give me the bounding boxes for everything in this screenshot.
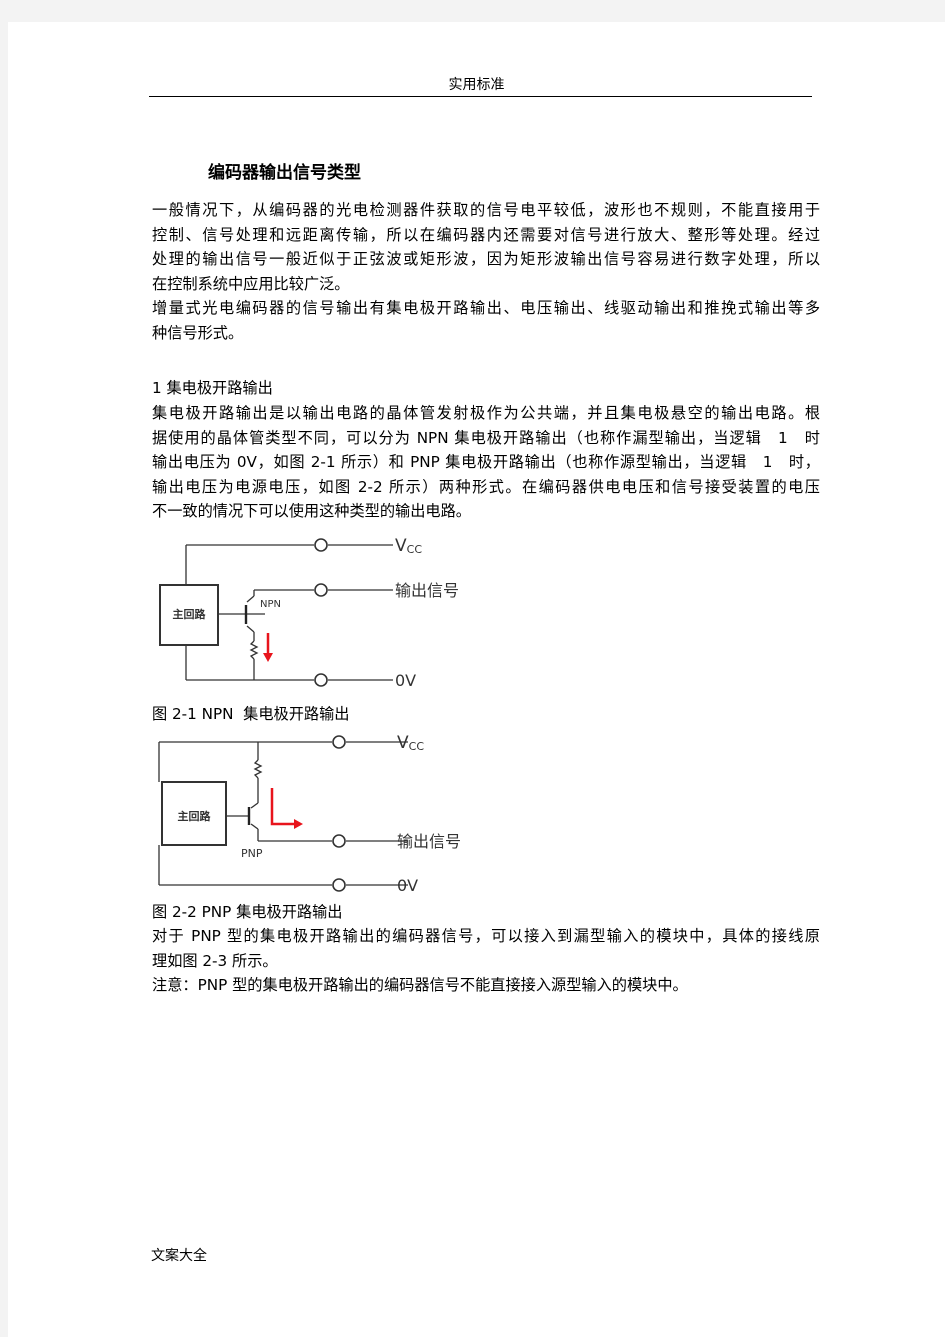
figure-caption: 图 2-2 PNP 集电极开路输出 (152, 903, 343, 921)
zero-terminal (314, 673, 328, 687)
resistor (253, 759, 263, 779)
emitter-wire (246, 625, 255, 633)
text-line: 控制、信号处理和远距离传输，所以在编码器内还需要对信号进行放大、整形等处理。经过 (152, 225, 820, 244)
npn-circuit-diagram: 主回路 NPN VCC 输出信号 0V (159, 536, 459, 690)
page-header: 实用标准 (448, 77, 505, 93)
resistor (249, 640, 259, 660)
document-page: 实用标准 编码器输出信号类型 一般情况下，从编码器的光电检测器件获取的信号电平较… (8, 22, 945, 1337)
section1-paragraph: 集电极开路输出是以输出电路的晶体管发射极作为公共端，并且集电极悬空的输出电路。根… (152, 401, 820, 524)
zero-terminal (332, 878, 346, 892)
vcc-terminal (314, 538, 328, 552)
text-line: 种信号形式。 (152, 323, 244, 342)
signal-label: 输出信号 (397, 832, 461, 851)
header-divider (149, 96, 812, 97)
text-line: 理如图 2-3 所示。 (152, 951, 278, 970)
text-line: 不一致的情况下可以使用这种类型的输出电路。 (152, 502, 471, 520)
figure-caption: 图 2-1 NPN 集电极开路输出 (152, 705, 350, 723)
pnp-circuit-diagram: 主回路 PNP VCC 输出信号 0V (158, 733, 461, 895)
text-line: 集电极开路输出是以输出电路的晶体管发射极作为公共端，并且集电极悬空的输出电路。根 (152, 404, 820, 422)
text-line: 注意：PNP 型的集电极开路输出的编码器信号不能直接接入源型输入的模块中。 (152, 976, 688, 994)
zero-volt-label: 0V (397, 876, 418, 895)
text-line: 对于 PNP 型的集电极开路输出的编码器信号，可以接入到漏型输入的模块中，具体的… (152, 927, 820, 945)
text-line: 处理的输出信号一般近似于正弦波或矩形波，因为矩形波输出信号容易进行数字处理，所以 (152, 250, 820, 268)
text-line: 输出电压为 0V，如图 2-1 所示）和 PNP 集电极开路输出（也称作源型输出… (152, 453, 820, 471)
text-line: 在控制系统中应用比较广泛。 (152, 274, 350, 293)
document-title: 编码器输出信号类型 (208, 163, 361, 183)
main-circuit-label: 主回路 (173, 607, 207, 621)
text-line: 输出电压为电源电压，如图 2-2 所示）两种形式。在编码器供电电压和信号接受装置… (152, 477, 820, 496)
vcc-label: VCC (395, 536, 422, 556)
current-arrow-icon (263, 633, 273, 662)
section-heading: 1 集电极开路输出 (152, 379, 273, 397)
vcc-label: VCC (397, 733, 424, 753)
zero-volt-label: 0V (395, 671, 416, 690)
text-line: 一般情况下，从编码器的光电检测器件获取的信号电平较低，波形也不规则，不能直接用于 (152, 201, 820, 219)
main-circuit-label: 主回路 (178, 809, 212, 823)
vcc-terminal (332, 735, 346, 749)
signal-terminal (314, 583, 328, 597)
signal-terminal (332, 834, 346, 848)
transistor-label: NPN (260, 599, 281, 610)
signal-label: 输出信号 (395, 581, 459, 600)
page-footer: 文案大全 (151, 1248, 207, 1264)
text-line: 增量式光电编码器的信号输出有集电极开路输出、电压输出、线驱动输出和推挽式输出等多 (152, 299, 820, 317)
transistor-label: PNP (241, 847, 263, 860)
intro-paragraph: 一般情况下，从编码器的光电检测器件获取的信号电平较低，波形也不规则，不能直接用于… (152, 198, 820, 345)
text-line: 据使用的晶体管类型不同，可以分为 NPN 集电极开路输出（也称作漏型输出，当逻辑… (152, 428, 820, 447)
after-paragraph: 对于 PNP 型的集电极开路输出的编码器信号，可以接入到漏型输入的模块中，具体的… (152, 924, 820, 998)
current-arrow-icon (270, 788, 303, 829)
